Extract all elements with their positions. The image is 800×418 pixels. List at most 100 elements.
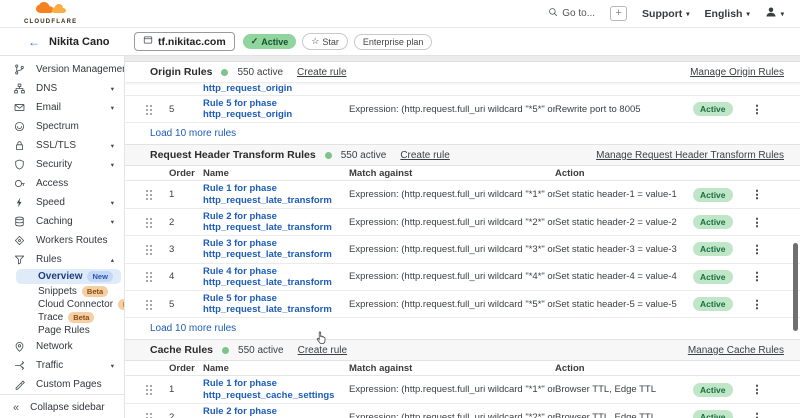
table-row[interactable]: 2 Rule 2 for phasehttp_request_late_tran… [125,209,800,236]
origin-rules-header: Origin Rules 550 active Create rule Mana… [125,62,800,83]
kebab-menu-icon[interactable]: ⋮ [752,188,763,201]
drag-handle-icon[interactable] [145,299,153,310]
sidebar-item-speed[interactable]: Speed ▾ [0,193,124,212]
kebab-menu-icon[interactable]: ⋮ [752,243,763,256]
new-badge: New [87,271,112,282]
drag-handle-icon[interactable] [145,244,153,255]
chevron-down-icon: ▾ [746,10,749,18]
account-bar: ← Nikita Cano tf.nikitac.com ✓ Active ☆ … [0,28,800,56]
goto-search[interactable]: Go to... [548,7,595,20]
sidebar-item-workers-routes[interactable]: Workers Routes [0,231,124,250]
table-row[interactable]: 3 Rule 3 for phasehttp_request_late_tran… [125,236,800,263]
sidebar-item-trace[interactable]: Trace Beta [0,311,124,324]
collapse-sidebar-button[interactable]: « Collapse sidebar [0,394,124,418]
kebab-menu-icon[interactable]: ⋮ [752,298,763,311]
table-row-clipped[interactable]: http_request_origin [125,83,800,96]
kebab-menu-icon[interactable]: ⋮ [752,270,763,283]
database-icon [13,216,25,227]
kebab-menu-icon[interactable]: ⋮ [752,103,763,116]
shield-icon [13,159,25,170]
chevron-down-icon: ▾ [111,85,114,93]
sidebar-item-access[interactable]: Access [0,174,124,193]
rule-name-link[interactable]: Rule 3 for phasehttp_request_late_transf… [203,238,349,260]
star-icon: ☆ [311,36,319,47]
sidebar-item-spectrum[interactable]: Spectrum [0,117,124,136]
rule-name-link[interactable]: Rule 4 for phasehttp_request_late_transf… [203,266,349,288]
sidebar-item-email[interactable]: Email ▾ [0,98,124,117]
rule-name-link[interactable]: Rule 2 for phasehttp_request_cache_setti… [203,406,349,418]
cache-rules-header: Cache Rules 550 active Create rule Manag… [125,339,800,361]
sidebar-item-snippets[interactable]: Snippets Beta [0,285,124,298]
plus-icon: + [615,8,621,19]
create-rule-link[interactable]: Create rule [400,150,449,161]
table-row[interactable]: 5 Rule 5 for phasehttp_request_late_tran… [125,291,800,318]
sidebar-item-ssl-tls[interactable]: SSL/TLS ▾ [0,136,124,155]
rule-name-link[interactable]: Rule 2 for phasehttp_request_late_transf… [203,211,349,233]
manage-origin-rules-link[interactable]: Manage Origin Rules [690,67,784,78]
star-button[interactable]: ☆ Star [302,33,348,50]
goto-label: Go to... [562,8,595,19]
drag-handle-icon[interactable] [145,271,153,282]
sidebar-item-network[interactable]: Network [0,337,124,356]
plan-badge: Enterprise plan [354,34,433,50]
drag-handle-icon[interactable] [145,384,153,395]
load-more-rules-link[interactable]: Load 10 more rules [125,123,800,144]
rule-name-link[interactable]: Rule 1 for phasehttp_request_late_transf… [203,183,349,205]
sidebar-item-dns[interactable]: DNS ▾ [0,79,124,98]
table-row[interactable]: 2 Rule 2 for phasehttp_request_cache_set… [125,404,800,418]
search-icon [548,7,558,20]
rule-name-link[interactable]: Rule 5 for phasehttp_request_origin [203,98,349,120]
chevron-down-icon: ▾ [111,104,114,112]
workers-icon [13,235,25,246]
sidebar-item-rules[interactable]: Rules ▴ [0,250,124,269]
table-row[interactable]: 1 Rule 1 for phasehttp_request_cache_set… [125,376,800,403]
manage-request-header-transform-rules-link[interactable]: Manage Request Header Transform Rules [596,150,784,161]
sidebar-item-caching[interactable]: Caching ▾ [0,212,124,231]
table-row[interactable]: 5 Rule 5 for phasehttp_request_origin Ex… [125,96,800,123]
sidebar-item-page-rules[interactable]: Page Rules [0,324,124,337]
language-menu[interactable]: English ▾ [705,8,750,20]
add-button[interactable]: + [610,6,627,21]
vertical-scrollbar[interactable] [793,243,798,331]
kebab-menu-icon[interactable]: ⋮ [752,216,763,229]
funnel-icon [13,254,25,265]
sidebar-item-traffic[interactable]: Traffic ▾ [0,356,124,375]
status-badge: Active [693,102,733,116]
domain-chip[interactable]: tf.nikitac.com [134,32,235,51]
status-badge: Active [693,297,733,311]
status-badge: Active [693,383,733,397]
load-more-rules-link[interactable]: Load 10 more rules [125,318,800,339]
table-column-headers: Order Name Match against Action [125,361,800,376]
cloudflare-wordmark: CLOUDFLARE [24,19,77,25]
sidebar-item-custom-pages[interactable]: Custom Pages [0,375,124,394]
table-row[interactable]: 1 Rule 1 for phasehttp_request_late_tran… [125,181,800,208]
kebab-menu-icon[interactable]: ⋮ [752,411,763,418]
site-icon [143,35,153,48]
user-menu[interactable]: ▾ [765,6,784,21]
manage-cache-rules-link[interactable]: Manage Cache Rules [688,345,784,356]
rules-overview-content: Origin Rules 550 active Create rule Mana… [125,56,800,418]
kebab-menu-icon[interactable]: ⋮ [752,383,763,396]
active-count: 550 active [341,150,387,161]
account-name[interactable]: Nikita Cano [49,36,110,48]
drag-handle-icon[interactable] [145,189,153,200]
rule-name-link[interactable]: Rule 5 for phasehttp_request_late_transf… [203,293,349,315]
language-label: English [705,8,743,20]
drag-handle-icon[interactable] [145,412,153,418]
drag-handle-icon[interactable] [145,104,153,115]
sidebar-item-security[interactable]: Security ▾ [0,155,124,174]
mouse-cursor [316,331,328,350]
beta-badge: Beta [68,312,94,323]
table-row[interactable]: 4 Rule 4 for phasehttp_request_late_tran… [125,264,800,291]
cloudflare-logo[interactable]: CLOUDFLARE [24,2,77,25]
rule-name-link[interactable]: Rule 1 for phasehttp_request_cache_setti… [203,378,349,400]
sidebar-item-version-management[interactable]: Version Management [0,60,124,79]
back-arrow-icon[interactable]: ← [28,35,40,49]
drag-handle-icon[interactable] [145,217,153,228]
create-rule-link[interactable]: Create rule [297,67,346,78]
status-badge: Active [693,270,733,284]
sidebar-item-cloud-connector[interactable]: Cloud Connector Beta [0,298,124,311]
brush-icon [13,379,25,390]
support-menu[interactable]: Support ▾ [642,8,690,20]
sidebar-item-overview[interactable]: Overview New [16,269,121,284]
